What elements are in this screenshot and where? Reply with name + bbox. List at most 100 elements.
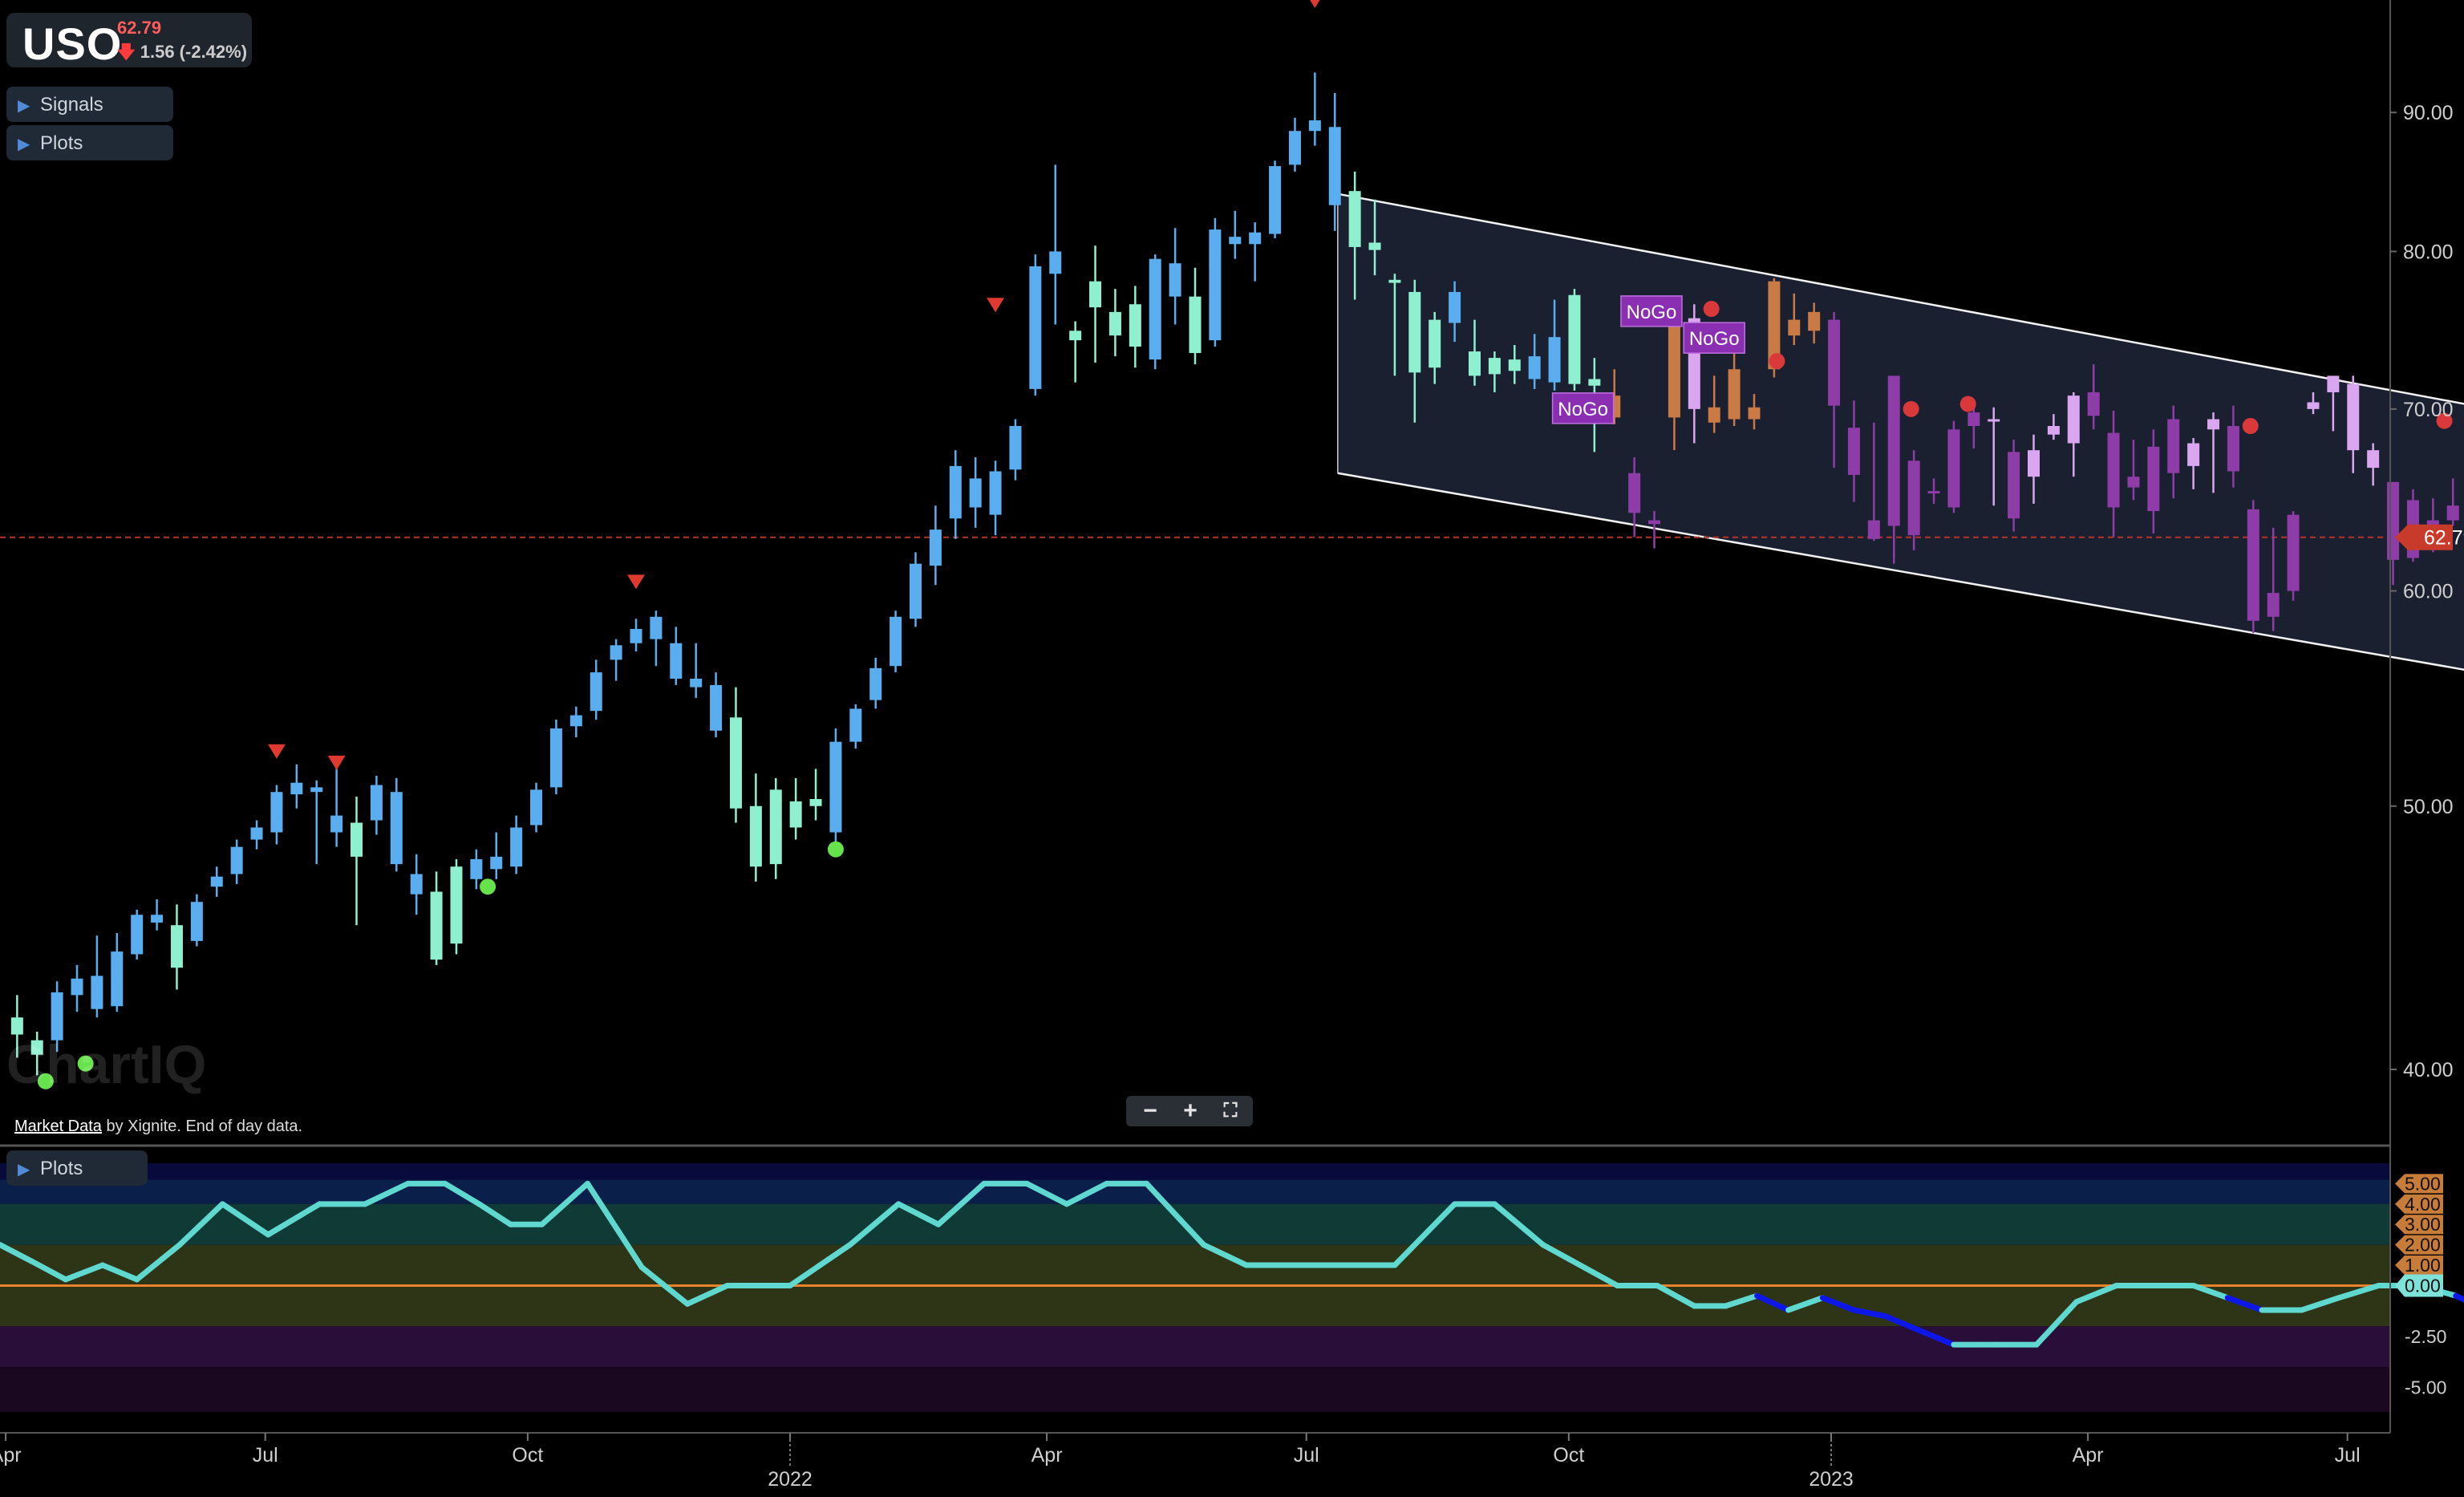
go-signal-dot: [827, 841, 844, 858]
candle-body: [549, 728, 562, 788]
candle-body: [71, 978, 83, 996]
candle-body: [690, 678, 703, 688]
candle: [789, 777, 802, 840]
candle-body: [2008, 452, 2020, 519]
candle-body: [969, 478, 982, 508]
countertrend-triangle: [267, 744, 286, 759]
lower-plots-menu-label: Plots: [40, 1158, 83, 1179]
x-tick-label: Apr: [1031, 1444, 1063, 1467]
candle-body: [1748, 407, 1761, 420]
candle: [91, 935, 103, 1018]
candle-body: [1009, 426, 1022, 470]
osc-y-tick-label: 4.00: [2405, 1194, 2441, 1215]
candle: [809, 769, 822, 821]
candle-body: [1049, 251, 1062, 274]
zoom-in-button[interactable]: +: [1171, 1096, 1210, 1126]
candle: [769, 777, 782, 879]
candle: [1069, 321, 1082, 383]
candle-body: [1089, 281, 1102, 308]
candle: [670, 627, 683, 685]
candle-body: [2307, 402, 2320, 409]
candle-body: [929, 529, 942, 566]
candle-body: [190, 902, 203, 941]
osc-y-tick-label: 2.00: [2405, 1235, 2441, 1256]
candle-body: [789, 801, 802, 828]
candle-body: [910, 563, 922, 619]
candle: [1049, 164, 1062, 325]
signals-menu-button[interactable]: ▶ Signals: [6, 87, 173, 122]
nogo-label: NoGo: [1620, 295, 1683, 327]
candle: [410, 854, 423, 915]
candle-body: [1847, 428, 1860, 475]
fullscreen-button[interactable]: ⛶: [1211, 1096, 1250, 1126]
x-tick-label: Jul: [2335, 1444, 2361, 1467]
candle-body: [1249, 232, 1262, 245]
countertrend-triangle: [987, 298, 1005, 313]
candle-body: [10, 1017, 23, 1035]
candle: [351, 797, 363, 926]
zoom-out-button[interactable]: −: [1131, 1096, 1169, 1126]
chartiq-watermark: ChartIQ: [6, 1034, 207, 1095]
candle: [1209, 217, 1222, 347]
candle-body: [1947, 429, 1960, 508]
lower-plots-menu-button[interactable]: ▶ Plots: [6, 1150, 148, 1186]
candle: [310, 780, 323, 865]
market-data-link[interactable]: Market Data: [14, 1118, 102, 1135]
candle-body: [809, 798, 822, 806]
y-tick-label: 60.00: [2403, 581, 2454, 603]
candle-body: [2227, 426, 2239, 472]
candle: [890, 611, 902, 673]
candle-body: [1887, 375, 1900, 526]
down-arrow-icon: 🡇: [117, 42, 136, 62]
symbol-header: USO 62.79 🡇 1.56 (-2.42%): [6, 13, 252, 69]
candle: [729, 687, 742, 823]
candle: [949, 450, 962, 539]
x-tick-label: 2022: [768, 1468, 813, 1491]
oscillator-zone: [0, 1163, 2390, 1180]
candle: [1129, 286, 1141, 368]
candle: [210, 866, 223, 897]
candle-body: [829, 741, 842, 833]
candle-body: [2267, 593, 2280, 617]
osc-y-tick-label: -5.00: [2405, 1377, 2446, 1398]
candle-body: [1988, 419, 2000, 422]
candle-body: [470, 858, 483, 879]
plots-menu-button[interactable]: ▶ Plots: [6, 125, 173, 160]
candle-body: [310, 787, 323, 793]
countertrend-triangle: [327, 755, 346, 770]
candle: [849, 704, 862, 749]
candle-body: [1927, 491, 1940, 494]
candle-body: [2327, 375, 2340, 392]
candle-body: [450, 866, 463, 944]
candle-body: [530, 789, 543, 826]
candle-body: [1029, 266, 1042, 389]
plots-menu-label: Plots: [40, 132, 83, 154]
candle-body: [2087, 391, 2100, 416]
candle: [910, 552, 922, 627]
candle: [490, 832, 503, 879]
candle: [290, 764, 303, 809]
candle-body: [1468, 351, 1481, 376]
y-tick-label: 90.00: [2403, 102, 2454, 124]
x-tick-label: Jul: [253, 1444, 278, 1467]
candle-body: [2187, 443, 2200, 466]
chart-canvas: NoGo NoGo NoGo 90.00 80.00 70.00 60.00 50.00 40…: [0, 0, 2464, 1491]
candle-body: [1269, 166, 1282, 234]
candle-body: [1528, 356, 1541, 379]
osc-y-tick-label: -2.50: [2405, 1326, 2446, 1347]
candle: [111, 933, 124, 1012]
candle: [869, 657, 882, 709]
candle: [650, 611, 663, 667]
price-change: 🡇 1.56 (-2.42%): [117, 39, 247, 69]
candle-body: [270, 792, 283, 833]
candle-body: [2047, 426, 2060, 435]
triangle-right-icon: ▶: [18, 97, 30, 115]
nogo-label-text: NoGo: [1689, 328, 1740, 350]
candle: [690, 643, 703, 698]
oscillator-zone: [0, 1367, 2390, 1412]
candle-body: [1149, 258, 1161, 360]
candle-body: [510, 827, 523, 867]
candle: [71, 964, 83, 1012]
candle-body: [590, 672, 602, 712]
candle-body: [1308, 120, 1321, 132]
